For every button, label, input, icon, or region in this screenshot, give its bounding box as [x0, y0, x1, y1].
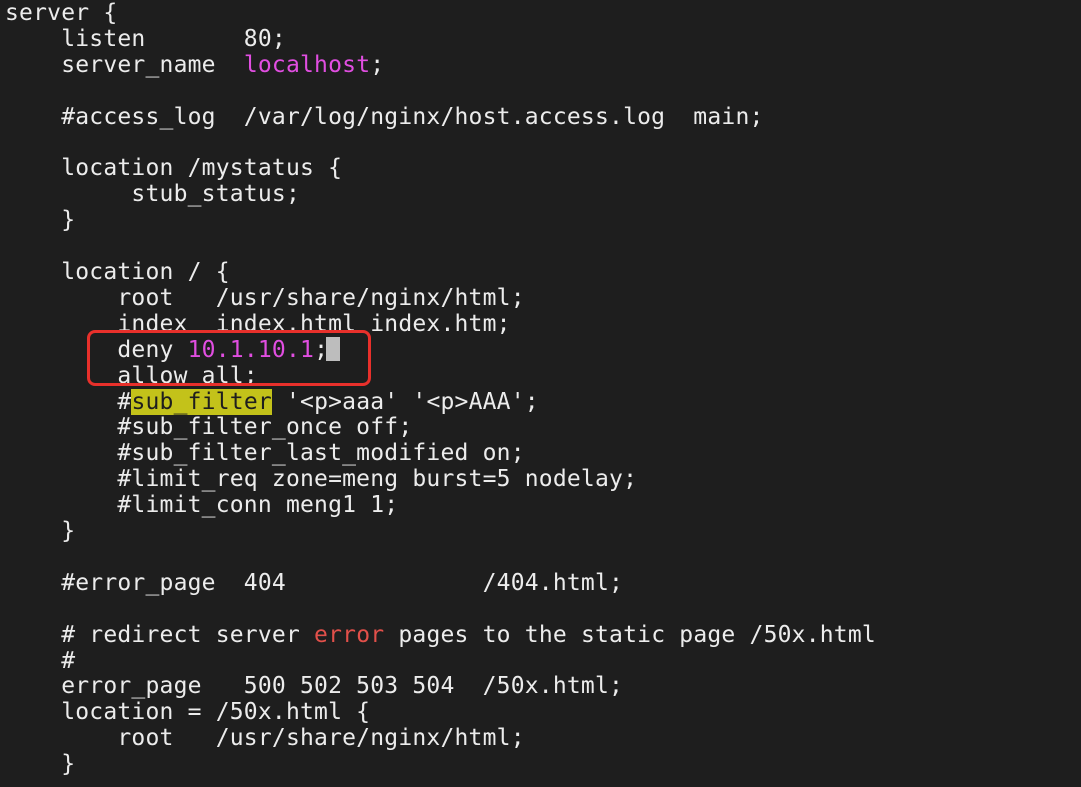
code-line: # — [5, 648, 75, 674]
code-text: server { — [5, 0, 118, 26]
code-text: stub_status; — [5, 181, 300, 208]
code-line: } — [5, 518, 75, 544]
code-text: #access_log /var/log/nginx/host.access.l… — [5, 103, 764, 130]
code-line: location / { — [5, 259, 230, 285]
code-line: } — [5, 751, 75, 777]
code-line: error_page 500 502 503 504 /50x.html; — [5, 673, 623, 699]
code-line: #limit_conn meng1 1; — [5, 492, 398, 518]
code-text: #sub_filter_last_modified on; — [5, 440, 525, 467]
code-text: # — [5, 388, 132, 415]
text-cursor — [326, 337, 340, 361]
terminal-window[interactable]: server { listen 80; server_name localhos… — [0, 0, 1081, 787]
code-line: root /usr/share/nginx/html; — [5, 285, 525, 311]
code-line: server { — [5, 0, 117, 26]
code-line: #limit_req zone=meng burst=5 nodelay; — [5, 466, 637, 492]
code-text: location /mystatus { — [5, 155, 343, 182]
code-token-highlight: sub_filter — [131, 388, 272, 415]
code-line: listen 80; — [5, 26, 286, 52]
code-text: server_name — [5, 51, 244, 78]
code-text: #error_page 404 /404.html; — [5, 569, 624, 596]
code-text: # — [5, 647, 76, 674]
code-text: } — [5, 207, 76, 234]
code-line: server_name localhost; — [5, 52, 384, 78]
code-line: #error_page 404 /404.html; — [5, 570, 623, 596]
code-line: location /mystatus { — [5, 155, 342, 181]
code-line: #access_log /var/log/nginx/host.access.l… — [5, 104, 764, 130]
code-text: '<p>aaa' '<p>AAA'; — [271, 388, 539, 415]
code-text: pages to the static page /50x.html — [384, 621, 876, 648]
code-text: root /usr/share/nginx/html; — [5, 284, 525, 311]
code-text: #limit_req zone=meng burst=5 nodelay; — [5, 466, 638, 493]
code-line: } — [5, 207, 75, 233]
code-text: #limit_conn meng1 1; — [5, 492, 399, 519]
code-line: location = /50x.html { — [5, 699, 370, 725]
code-text: root /usr/share/nginx/html; — [5, 725, 525, 752]
code-line: root /usr/share/nginx/html; — [5, 725, 525, 751]
code-text: } — [5, 518, 76, 544]
code-line: stub_status; — [5, 181, 300, 207]
code-line: #sub_filter_last_modified on; — [5, 440, 525, 466]
code-text: ; — [370, 51, 385, 78]
code-text: } — [5, 751, 76, 778]
code-line: #sub_filter '<p>aaa' '<p>AAA'; — [5, 388, 539, 415]
code-line: #sub_filter_once off; — [5, 414, 412, 440]
code-text: listen 80; — [5, 25, 286, 52]
code-token-magenta: localhost — [243, 51, 371, 78]
code-token-red: error — [314, 621, 385, 648]
code-text: location / { — [5, 259, 230, 285]
code-text: error_page 500 502 503 504 /50x.html; — [5, 673, 624, 700]
code-text: #sub_filter_once off; — [5, 414, 413, 441]
code-text: # redirect server — [5, 621, 315, 648]
code-line: # redirect server error pages to the sta… — [5, 622, 876, 648]
code-text: location = /50x.html { — [5, 699, 371, 726]
